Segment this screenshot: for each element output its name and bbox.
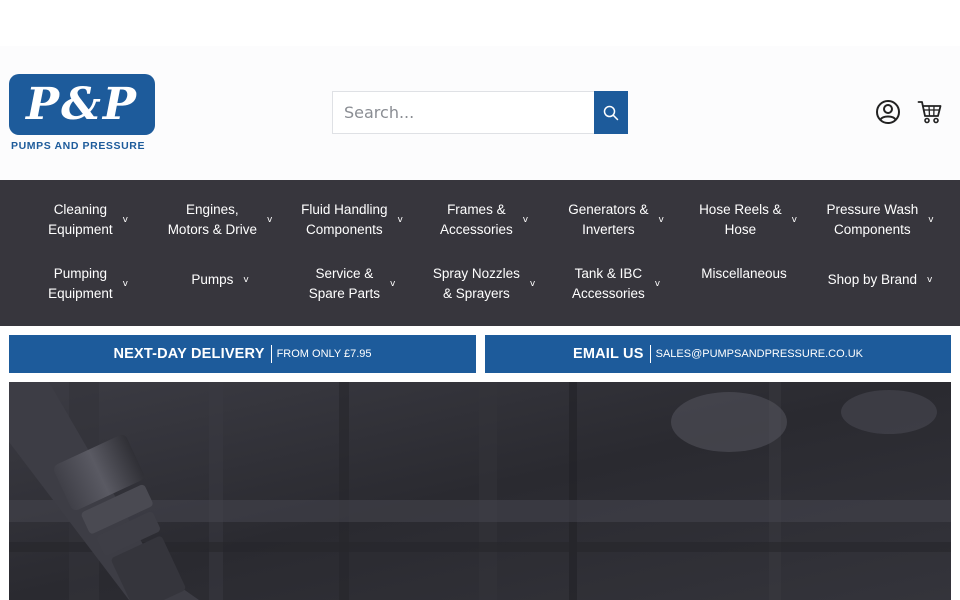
delivery-banner-price: FROM ONLY £7.95: [276, 348, 372, 360]
hero-photo: [9, 382, 951, 600]
chevron-down-icon: v: [389, 279, 396, 289]
nav-item-pressure-wash[interactable]: Pressure Wash Components v: [814, 200, 946, 240]
nav-item-label: Engines, Motors & Drive: [167, 202, 257, 237]
nav-item-hose-reels[interactable]: Hose Reels & Hose v: [682, 200, 814, 240]
nav-item-label: Shop by Brand: [827, 272, 917, 287]
nav-item-label: Pumps: [191, 272, 234, 287]
nav-item-pumping-equipment[interactable]: Pumping Equipment v: [22, 264, 154, 304]
nav-item-fluid-handling[interactable]: Fluid Handling Components v: [286, 200, 418, 240]
nav-item-label: Tank & IBC Accessories: [571, 266, 645, 301]
chevron-down-icon: v: [654, 279, 661, 289]
chevron-down-icon: v: [926, 275, 933, 285]
nav-item-label: Hose Reels & Hose: [699, 202, 782, 237]
chevron-down-icon: v: [243, 275, 249, 285]
nav-item-label: Service & Spare Parts: [308, 266, 380, 301]
nav-item-engines-motors-drive[interactable]: Engines, Motors & Drive v: [154, 200, 286, 240]
nav-item-tank-ibc[interactable]: Tank & IBC Accessories v: [550, 264, 682, 304]
chevron-down-icon: v: [529, 279, 536, 289]
nav-item-shop-by-brand[interactable]: Shop by Brand v: [814, 260, 946, 300]
nav-item-label: Generators & Inverters: [568, 202, 649, 237]
nav-item-pumps[interactable]: Pumps v: [154, 260, 286, 300]
hero-image: [9, 382, 951, 600]
chevron-down-icon: v: [658, 215, 664, 225]
email-banner-title: EMAIL US: [572, 346, 644, 362]
nav-item-label: Pressure Wash Components: [826, 202, 919, 237]
main-nav: Cleaning Equipment v Engines, Motors & Dr…: [0, 180, 960, 326]
chevron-down-icon: v: [791, 215, 797, 225]
chevron-down-icon: v: [266, 215, 273, 225]
account-icon[interactable]: [875, 99, 901, 125]
nav-item-label: Pumping Equipment: [48, 266, 113, 301]
logo-mark: P&P: [26, 79, 138, 130]
nav-item-miscellaneous[interactable]: Miscellaneous: [682, 254, 806, 294]
nav-item-generators-inverters[interactable]: Generators & Inverters v: [550, 200, 682, 240]
nav-item-label: Spray Nozzles & Sprayers: [432, 266, 520, 301]
search-icon: [603, 105, 619, 120]
top-strip: [0, 0, 960, 46]
search-input[interactable]: [332, 91, 594, 134]
nav-item-label: Frames & Accessories: [439, 202, 513, 237]
nav-item-label: Miscellaneous: [701, 266, 787, 281]
site-header: P&P PUMPS AND PRESSURE: [0, 46, 960, 180]
delivery-banner[interactable]: NEXT-DAY DELIVERY FROM ONLY £7.95: [9, 335, 476, 373]
nav-item-label: Cleaning Equipment: [48, 202, 113, 237]
search-button[interactable]: [594, 91, 628, 134]
nav-item-cleaning-equipment[interactable]: Cleaning Equipment v: [22, 200, 154, 240]
chevron-down-icon: v: [928, 215, 934, 225]
logo-text: PUMPS AND PRESSURE: [11, 140, 146, 152]
nav-item-frames-accessories[interactable]: Frames & Accessories v: [418, 200, 550, 240]
chevron-down-icon: v: [397, 215, 403, 225]
banner-divider: [270, 345, 272, 363]
cart-icon[interactable]: [917, 99, 943, 125]
chevron-down-icon: v: [122, 279, 128, 289]
chevron-down-icon: v: [522, 215, 529, 225]
delivery-banner-title: NEXT-DAY DELIVERY: [113, 346, 265, 362]
email-banner[interactable]: EMAIL US SALES@PUMPSANDPRESSURE.CO.UK: [485, 335, 951, 373]
email-address-link: SALES@PUMPSANDPRESSURE.CO.UK: [655, 348, 863, 360]
nav-item-label: Fluid Handling Components: [301, 202, 388, 237]
nav-item-service-spare-parts[interactable]: Service & Spare Parts v: [286, 264, 418, 304]
banner-divider: [649, 345, 651, 363]
logo[interactable]: P&P PUMPS AND PRESSURE: [9, 74, 155, 152]
chevron-down-icon: v: [122, 215, 128, 225]
nav-item-spray-nozzles[interactable]: Spray Nozzles & Sprayers v: [418, 264, 550, 304]
search-bar: [332, 91, 628, 134]
